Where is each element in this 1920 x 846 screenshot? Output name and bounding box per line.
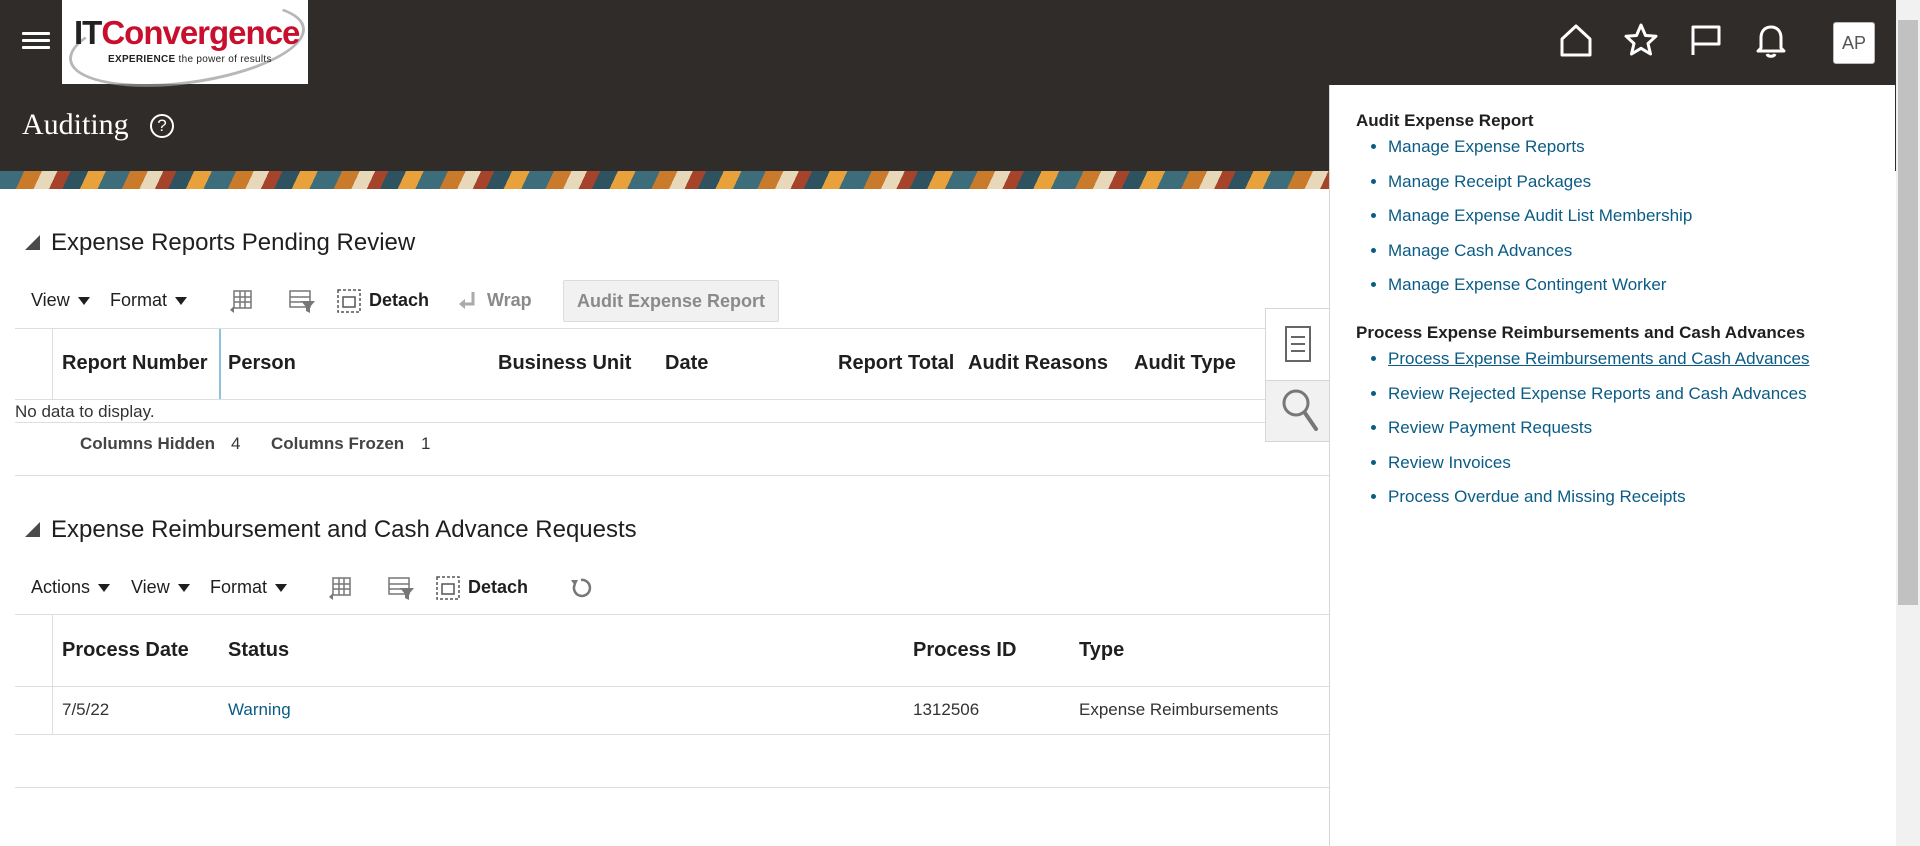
company-logo[interactable]: ITConvergence EXPERIENCE the power of re… <box>62 0 311 101</box>
tasks-panel: Audit Expense Report Manage Expense Repo… <box>1329 85 1895 846</box>
column-header[interactable]: Type <box>1079 639 1124 662</box>
process-date-cell: 7/5/22 <box>62 700 110 719</box>
help-icon[interactable]: ? <box>150 114 174 138</box>
divider <box>15 734 1330 735</box>
bell-icon[interactable] <box>1753 22 1789 58</box>
task-link[interactable]: Review Invoices <box>1388 449 1809 484</box>
section-collapse-icon[interactable] <box>25 522 40 537</box>
detach-icon[interactable] <box>337 289 361 313</box>
columns-hidden-value: 4 <box>231 434 241 453</box>
view-menu[interactable]: View <box>131 577 190 598</box>
columns-frozen-value: 1 <box>421 434 431 453</box>
flag-icon[interactable] <box>1688 22 1724 58</box>
audit-expense-report-button[interactable]: Audit Expense Report <box>563 280 780 322</box>
chevron-down-icon <box>175 297 188 306</box>
column-header[interactable]: Audit Reasons <box>968 352 1108 375</box>
page-title: Auditing <box>22 108 129 141</box>
task-link[interactable]: Manage Expense Contingent Worker <box>1388 271 1692 306</box>
empty-table-message: No data to display. <box>15 402 155 421</box>
home-icon[interactable] <box>1558 22 1594 58</box>
detach-button[interactable]: Detach <box>468 577 528 598</box>
task-link[interactable]: Manage Cash Advances <box>1388 237 1692 272</box>
task-group-heading: Process Expense Reimbursements and Cash … <box>1356 323 1806 342</box>
header-banner-image <box>0 171 1330 189</box>
refresh-icon[interactable] <box>569 576 593 600</box>
user-avatar[interactable]: AP <box>1833 22 1875 64</box>
task-link[interactable]: Process Overdue and Missing Receipts <box>1388 483 1809 518</box>
task-link[interactable]: Review Rejected Expense Reports and Cash… <box>1388 380 1809 415</box>
column-header[interactable]: Report Number <box>62 352 208 375</box>
column-header[interactable]: Date <box>665 352 708 375</box>
search-icon <box>1282 389 1318 431</box>
navigator-menu-icon[interactable] <box>22 28 50 56</box>
divider <box>15 686 1330 687</box>
freeze-columns-icon[interactable] <box>228 288 254 314</box>
format-menu[interactable]: Format <box>110 290 188 311</box>
search-panel-tab[interactable] <box>1265 380 1330 442</box>
column-header[interactable]: Process ID <box>913 639 1016 662</box>
task-link[interactable]: Manage Expense Audit List Membership <box>1388 202 1692 237</box>
tasks-list-icon <box>1285 326 1311 362</box>
query-by-example-icon[interactable] <box>288 288 316 314</box>
section-collapse-icon[interactable] <box>25 235 40 250</box>
column-header[interactable]: Person <box>228 352 296 375</box>
section-title-reimbursement-requests: Expense Reimbursement and Cash Advance R… <box>51 516 637 543</box>
detach-icon[interactable] <box>436 576 460 600</box>
chevron-down-icon <box>98 584 111 593</box>
row-header-divider <box>52 615 53 734</box>
column-header[interactable]: Report Total <box>838 352 954 375</box>
chevron-down-icon <box>177 584 190 593</box>
frozen-column-divider[interactable] <box>219 329 221 399</box>
column-header[interactable]: Process Date <box>62 639 189 662</box>
format-menu[interactable]: Format <box>210 577 288 598</box>
wrap-icon <box>459 292 475 309</box>
star-icon[interactable] <box>1623 22 1659 58</box>
task-link[interactable]: Manage Receipt Packages <box>1388 168 1692 203</box>
tasks-panel-tab[interactable] <box>1265 308 1330 382</box>
row-header-divider <box>52 329 53 399</box>
column-header[interactable]: Status <box>228 639 289 662</box>
chevron-down-icon <box>275 584 288 593</box>
actions-menu[interactable]: Actions <box>31 577 111 598</box>
type-cell: Expense Reimbursements <box>1079 700 1279 719</box>
task-link[interactable]: Manage Expense Reports <box>1388 133 1692 168</box>
divider <box>15 328 1330 329</box>
freeze-columns-icon[interactable] <box>327 575 353 601</box>
query-by-example-icon[interactable] <box>387 575 415 601</box>
task-link[interactable]: Process Expense Reimbursements and Cash … <box>1388 345 1809 380</box>
view-menu[interactable]: View <box>31 290 90 311</box>
wrap-button[interactable]: Wrap <box>487 290 532 311</box>
logo-text: ITConvergence <box>74 14 300 51</box>
divider <box>15 614 1330 615</box>
task-list: Process Expense Reimbursements and Cash … <box>1370 345 1809 518</box>
task-link[interactable]: Review Payment Requests <box>1388 414 1809 449</box>
column-header[interactable]: Audit Type <box>1134 352 1236 375</box>
divider <box>15 422 1330 423</box>
logo-tagline: EXPERIENCE the power of results <box>108 54 272 65</box>
process-id-cell: 1312506 <box>913 700 980 719</box>
detach-button[interactable]: Detach <box>369 290 429 311</box>
chevron-down-icon <box>77 297 90 306</box>
divider <box>15 399 1330 400</box>
divider <box>15 787 1330 788</box>
column-header[interactable]: Business Unit <box>498 352 631 375</box>
status-link[interactable]: Warning <box>228 700 291 720</box>
columns-frozen-label: Columns Frozen <box>271 434 405 453</box>
task-group-heading: Audit Expense Report <box>1356 111 1534 130</box>
scrollbar-thumb[interactable] <box>1898 20 1918 605</box>
columns-hidden-label: Columns Hidden <box>80 434 216 453</box>
task-list: Manage Expense Reports Manage Receipt Pa… <box>1370 133 1692 306</box>
divider <box>15 475 1330 476</box>
section-title-pending-review: Expense Reports Pending Review <box>51 229 416 256</box>
